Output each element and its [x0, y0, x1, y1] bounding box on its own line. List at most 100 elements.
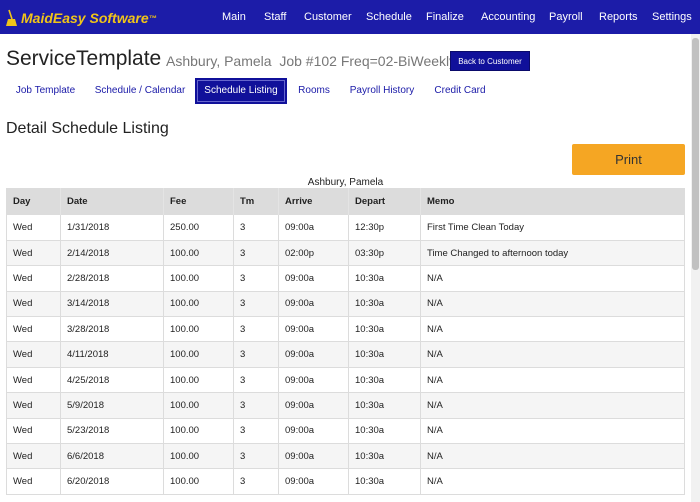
- cell-fee: 250.00: [163, 215, 234, 241]
- cell-tm: 3: [233, 367, 279, 394]
- brand-logo[interactable]: MaidEasy Software ™: [5, 7, 157, 29]
- cell-tm: 3: [233, 443, 279, 470]
- table-row[interactable]: Wed 5/23/2018 100.00 3 09:00a 10:30a N/A: [6, 418, 685, 445]
- back-to-customer-button[interactable]: Back to Customer: [450, 51, 530, 71]
- nav-finalize[interactable]: Finalize: [426, 0, 464, 34]
- broom-icon: [6, 9, 17, 26]
- col-header-tm: Tm: [233, 188, 279, 215]
- table-row[interactable]: Wed 4/25/2018 100.00 3 09:00a 10:30a N/A: [6, 367, 685, 394]
- nav-reports[interactable]: Reports: [599, 0, 638, 34]
- table-caption: Ashbury, Pamela: [307, 177, 384, 188]
- tab-schedule-listing[interactable]: Schedule Listing: [195, 78, 287, 104]
- cell-tm: 3: [233, 418, 279, 445]
- nav-staff[interactable]: Staff: [264, 0, 286, 34]
- cell-fee: 100.00: [163, 240, 234, 267]
- cell-tm: 3: [233, 468, 279, 495]
- cell-depart: 10:30a: [348, 291, 421, 318]
- cell-day: Wed: [6, 265, 61, 292]
- tab-job-template[interactable]: Job Template: [6, 78, 85, 104]
- cell-date: 6/6/2018: [60, 443, 164, 470]
- top-navigation-bar: MaidEasy Software ™ Main Staff Customer S…: [0, 0, 700, 34]
- cell-fee: 100.00: [163, 316, 234, 343]
- cell-day: Wed: [6, 367, 61, 394]
- col-header-day: Day: [6, 188, 61, 215]
- cell-date: 3/28/2018: [60, 316, 164, 343]
- nav-payroll[interactable]: Payroll: [549, 0, 583, 34]
- table-row[interactable]: Wed 4/11/2018 100.00 3 09:00a 10:30a N/A: [6, 341, 685, 368]
- table-row[interactable]: Wed 5/9/2018 100.00 3 09:00a 10:30a N/A: [6, 392, 685, 419]
- cell-day: Wed: [6, 215, 61, 241]
- cell-arrive: 09:00a: [278, 291, 349, 318]
- table-row[interactable]: Wed 6/6/2018 100.00 3 09:00a 10:30a N/A: [6, 443, 685, 470]
- nav-main[interactable]: Main: [222, 0, 246, 34]
- tab-schedule-calendar[interactable]: Schedule / Calendar: [90, 78, 190, 104]
- cell-memo: N/A: [420, 265, 685, 292]
- scrollbar-thumb[interactable]: [692, 38, 699, 270]
- cell-memo: N/A: [420, 443, 685, 470]
- cell-memo: Time Changed to afternoon today: [420, 240, 685, 267]
- cell-arrive: 09:00a: [278, 316, 349, 343]
- cell-day: Wed: [6, 443, 61, 470]
- table-row[interactable]: Wed 2/28/2018 100.00 3 09:00a 10:30a N/A: [6, 265, 685, 292]
- cell-fee: 100.00: [163, 392, 234, 419]
- cell-date: 2/28/2018: [60, 265, 164, 292]
- cell-date: 6/20/2018: [60, 468, 164, 495]
- cell-memo: First Time Clean Today: [420, 215, 685, 241]
- cell-fee: 100.00: [163, 367, 234, 394]
- cell-date: 4/25/2018: [60, 367, 164, 394]
- cell-tm: 3: [233, 265, 279, 292]
- cell-date: 5/23/2018: [60, 418, 164, 445]
- cell-tm: 3: [233, 215, 279, 241]
- cell-depart: 10:30a: [348, 265, 421, 292]
- tab-payroll-history[interactable]: Payroll History: [346, 78, 418, 104]
- cell-arrive: 09:00a: [278, 468, 349, 495]
- cell-depart: 10:30a: [348, 367, 421, 394]
- col-header-memo: Memo: [420, 188, 685, 215]
- cell-tm: 3: [233, 240, 279, 267]
- brand-name: MaidEasy Software: [21, 10, 149, 26]
- table-row[interactable]: Wed 2/14/2018 100.00 3 02:00p 03:30p Time Chan…: [6, 240, 685, 267]
- cell-depart: 10:30a: [348, 418, 421, 445]
- cell-depart: 10:30a: [348, 392, 421, 419]
- cell-arrive: 09:00a: [278, 418, 349, 445]
- col-header-fee: Fee: [163, 188, 234, 215]
- col-header-depart: Depart: [348, 188, 421, 215]
- cell-arrive: 09:00a: [278, 341, 349, 368]
- cell-depart: 10:30a: [348, 316, 421, 343]
- cell-depart: 12:30p: [348, 215, 421, 241]
- nav-accounting[interactable]: Accounting: [481, 0, 535, 34]
- nav-customer[interactable]: Customer: [304, 0, 352, 34]
- table-row[interactable]: Wed 3/28/2018 100.00 3 09:00a 10:30a N/A: [6, 316, 685, 343]
- brand-trademark: ™: [148, 13, 157, 23]
- cell-memo: N/A: [420, 418, 685, 445]
- job-info-subtitle: Ashbury, Pamela Job #102 Freq=02-BiWeekl…: [166, 53, 457, 69]
- cell-depart: 10:30a: [348, 468, 421, 495]
- table-row[interactable]: Wed 3/14/2018 100.00 3 09:00a 10:30a N/A: [6, 291, 685, 318]
- schedule-table: Day Date Fee Tm Arrive Depart Memo Wed 1/…: [6, 188, 685, 495]
- cell-arrive: 09:00a: [278, 392, 349, 419]
- cell-memo: N/A: [420, 316, 685, 343]
- cell-day: Wed: [6, 418, 61, 445]
- cell-fee: 100.00: [163, 468, 234, 495]
- cell-date: 3/14/2018: [60, 291, 164, 318]
- cell-memo: N/A: [420, 291, 685, 318]
- nav-schedule[interactable]: Schedule: [366, 0, 412, 34]
- cell-depart: 03:30p: [348, 240, 421, 267]
- print-button[interactable]: Print: [572, 144, 685, 175]
- page-scrollbar[interactable]: [691, 34, 700, 502]
- table-row[interactable]: Wed 1/31/2018 250.00 3 09:00a 12:30p First Tim…: [6, 215, 685, 241]
- cell-date: 2/14/2018: [60, 240, 164, 267]
- cell-fee: 100.00: [163, 291, 234, 318]
- tab-rooms[interactable]: Rooms: [294, 78, 334, 104]
- cell-memo: N/A: [420, 341, 685, 368]
- nav-settings[interactable]: Settings: [652, 0, 692, 34]
- cell-arrive: 09:00a: [278, 443, 349, 470]
- table-row[interactable]: Wed 6/20/2018 100.00 3 09:00a 10:30a N/A: [6, 468, 685, 495]
- tab-credit-card[interactable]: Credit Card: [430, 78, 490, 104]
- cell-date: 5/9/2018: [60, 392, 164, 419]
- cell-depart: 10:30a: [348, 443, 421, 470]
- cell-day: Wed: [6, 291, 61, 318]
- cell-arrive: 09:00a: [278, 215, 349, 241]
- cell-tm: 3: [233, 392, 279, 419]
- cell-tm: 3: [233, 291, 279, 318]
